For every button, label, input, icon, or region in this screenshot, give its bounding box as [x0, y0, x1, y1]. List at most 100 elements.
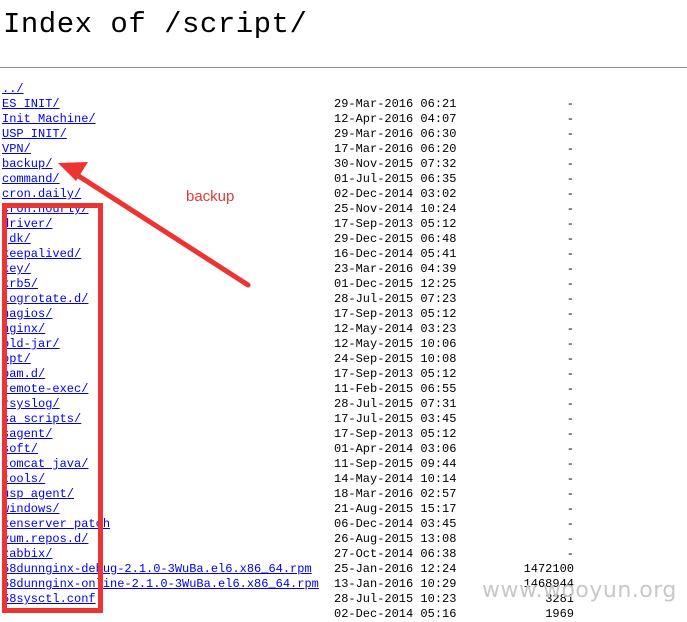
listing-row: Init Machine/12-Apr-2016 04:07 -	[2, 112, 662, 127]
modified-date: 06-Dec-2014 03:45	[334, 517, 457, 531]
file-link[interactable]: VPN/	[2, 142, 31, 157]
listing-row: key/23-Mar-2016 04:39 -	[2, 262, 662, 277]
file-link[interactable]: cron.hourly/	[2, 202, 88, 217]
listing-row: logrotate.d/28-Jul-2015 07:23 -	[2, 292, 662, 307]
modified-date: 01-Jul-2015 06:35	[334, 172, 457, 186]
modified-date: 25-Jan-2016 12:24	[334, 562, 457, 576]
file-size: -	[566, 532, 574, 546]
file-size: -	[566, 442, 574, 456]
page-title: Index of /script/	[3, 8, 308, 41]
listing-row: old-jar/12-May-2015 10:06 -	[2, 337, 662, 352]
file-link[interactable]: nginx/	[2, 322, 45, 337]
listing-row: soft/01-Apr-2014 03:06 -	[2, 442, 662, 457]
modified-date: 12-May-2015 10:06	[334, 337, 457, 351]
modified-date: 14-May-2014 10:14	[334, 472, 457, 486]
modified-date: 29-Mar-2016 06:21	[334, 97, 457, 111]
modified-date: 11-Feb-2015 06:55	[334, 382, 457, 396]
file-link[interactable]: 58dunnginx-online-2.1.0-3WuBa.el6.x86_64…	[2, 577, 319, 592]
listing-row: xenserver patch 06-Dec-2014 03:45 -	[2, 517, 662, 532]
modified-date: 29-Mar-2016 06:30	[334, 127, 457, 141]
modified-date: 17-Mar-2016 06:20	[334, 142, 457, 156]
file-link[interactable]: keepalived/	[2, 247, 81, 262]
modified-date: 11-Sep-2015 09:44	[334, 457, 457, 471]
listing-row: krb5/01-Dec-2015 12:25 -	[2, 277, 662, 292]
watermark: www.wooyun.org	[482, 578, 677, 603]
listing-row: sagent/17-Sep-2013 05:12 -	[2, 427, 662, 442]
file-link[interactable]: ES INIT/	[2, 97, 60, 112]
file-size: -	[566, 547, 574, 561]
file-link[interactable]: old-jar/	[2, 337, 60, 352]
file-link[interactable]: usp agent/	[2, 487, 74, 502]
file-link[interactable]: windows/	[2, 502, 60, 517]
file-size: -	[566, 412, 574, 426]
modified-date: 27-Oct-2014 06:38	[334, 547, 457, 561]
file-link[interactable]: remote-exec/	[2, 382, 88, 397]
listing-row: rsyslog/28-Jul-2015 07:31 -	[2, 397, 662, 412]
modified-date: 17-Jul-2015 03:45	[334, 412, 457, 426]
file-link[interactable]: 58dunnginx-debug-2.1.0-3WuBa.el6.x86_64.…	[2, 562, 312, 577]
modified-date: 26-Aug-2015 13:08	[334, 532, 457, 546]
file-size: 1472100	[523, 562, 574, 576]
modified-date: 28-Jul-2015 07:23	[334, 292, 457, 306]
file-size: -	[566, 352, 574, 366]
modified-date: 13-Jan-2016 10:29	[334, 577, 457, 591]
file-listing: ../ES INIT/29-Mar-2016 06:21- Init Machin…	[2, 82, 662, 622]
modified-date: 01-Apr-2014 03:06	[334, 442, 457, 456]
file-link[interactable]: opt/	[2, 352, 31, 367]
modified-date: 18-Mar-2016 02:57	[334, 487, 457, 501]
file-link[interactable]: driver/	[2, 217, 52, 232]
file-link[interactable]: pam.d/	[2, 367, 45, 382]
listing-row: tools/14-May-2014 10:14 -	[2, 472, 662, 487]
modified-date: 24-Sep-2015 10:08	[334, 352, 457, 366]
file-size: -	[566, 322, 574, 336]
file-size: -	[566, 97, 574, 111]
listing-row: driver/17-Sep-2013 05:12 -	[2, 217, 662, 232]
listing-row: jdk/29-Dec-2015 06:48 -	[2, 232, 662, 247]
file-link[interactable]: sagent/	[2, 427, 52, 442]
file-link[interactable]: USP INIT/	[2, 127, 67, 142]
listing-row: nagios/17-Sep-2013 05:12 -	[2, 307, 662, 322]
file-size: -	[566, 172, 574, 186]
modified-date: 25-Nov-2014 10:24	[334, 202, 457, 216]
file-size: -	[566, 427, 574, 441]
file-size: -	[566, 292, 574, 306]
file-link[interactable]: logrotate.d/	[2, 292, 88, 307]
file-link[interactable]: key/	[2, 262, 31, 277]
file-size: -	[566, 112, 574, 126]
modified-date: 16-Dec-2014 05:41	[334, 247, 457, 261]
modified-date: 17-Sep-2013 05:12	[334, 217, 457, 231]
file-size: -	[566, 517, 574, 531]
file-link[interactable]: nagios/	[2, 307, 52, 322]
file-link[interactable]: Init Machine/	[2, 112, 96, 127]
file-size: -	[566, 262, 574, 276]
listing-row: sa scripts/17-Jul-2015 03:45 -	[2, 412, 662, 427]
file-link[interactable]: backup/	[2, 157, 52, 172]
file-link[interactable]: command/	[2, 172, 60, 187]
annotation-label: backup	[186, 188, 235, 205]
file-link[interactable]: krb5/	[2, 277, 38, 292]
file-link[interactable]: tomcat java/	[2, 457, 88, 472]
file-link[interactable]: sa scripts/	[2, 412, 81, 427]
listing-row: command/01-Jul-2015 06:35 -	[2, 172, 662, 187]
file-link[interactable]: jdk/	[2, 232, 31, 247]
file-size: -	[566, 232, 574, 246]
listing-row: backup/30-Nov-2015 07:32 -	[2, 157, 662, 172]
file-size: -	[566, 337, 574, 351]
modified-date: 23-Mar-2016 04:39	[334, 262, 457, 276]
file-link[interactable]: 58sysctl.conf	[2, 592, 96, 607]
file-link[interactable]: yum.repos.d/	[2, 532, 88, 547]
file-link[interactable]: ../	[2, 82, 24, 97]
modified-date: 12-May-2014 03:23	[334, 322, 457, 336]
listing-row: cron.daily/02-Dec-2014 03:02 -	[2, 187, 662, 202]
listing-row: remote-exec/11-Feb-2015 06:55 -	[2, 382, 662, 397]
file-link[interactable]: soft/	[2, 442, 38, 457]
file-size: -	[566, 382, 574, 396]
file-link[interactable]: xenserver patch	[2, 517, 110, 532]
file-link[interactable]: zabbix/	[2, 547, 52, 562]
listing-row: pam.d/17-Sep-2013 05:12 -	[2, 367, 662, 382]
file-link[interactable]: cron.daily/	[2, 187, 81, 202]
file-size: -	[566, 307, 574, 321]
file-link[interactable]: rsyslog/	[2, 397, 60, 412]
modified-date: 01-Dec-2015 12:25	[334, 277, 457, 291]
file-link[interactable]: tools/	[2, 472, 45, 487]
